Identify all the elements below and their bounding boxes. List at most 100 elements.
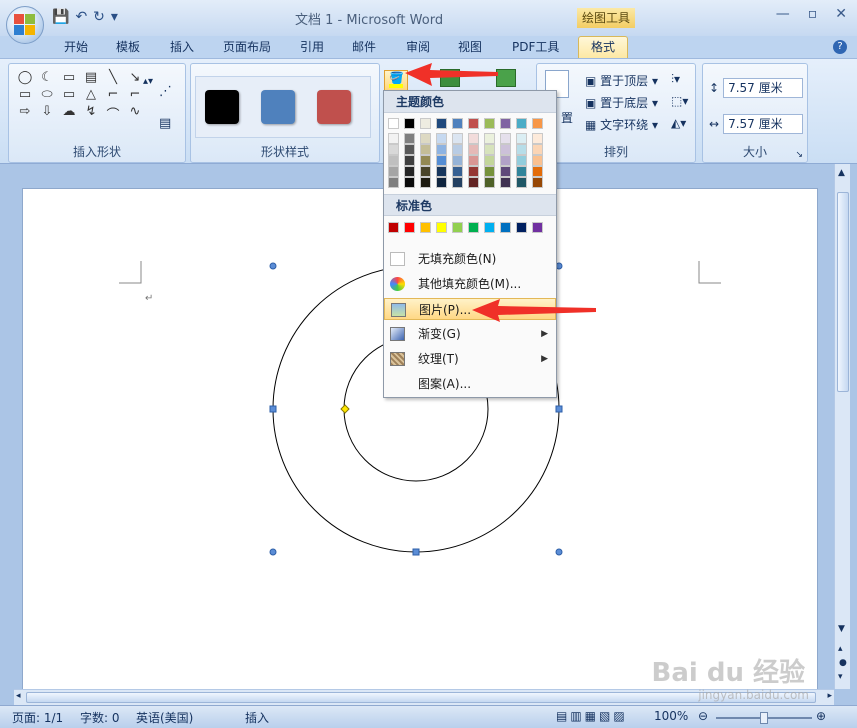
zoom-out-icon[interactable]: ⊖ bbox=[698, 709, 708, 723]
standard-color-swatch[interactable] bbox=[420, 222, 431, 233]
theme-shade-swatch[interactable] bbox=[436, 166, 447, 177]
theme-color-swatch[interactable] bbox=[532, 118, 543, 129]
shape-option[interactable]: ⌒ bbox=[103, 104, 123, 123]
shape-outline-icon[interactable] bbox=[440, 69, 460, 87]
shape-option[interactable]: ▭ bbox=[15, 87, 35, 102]
standard-color-swatch[interactable] bbox=[436, 222, 447, 233]
theme-shade-swatch[interactable] bbox=[484, 155, 495, 166]
standard-color-swatch[interactable] bbox=[516, 222, 527, 233]
theme-shade-swatch[interactable] bbox=[452, 133, 463, 144]
theme-shade-swatch[interactable] bbox=[484, 166, 495, 177]
width-input[interactable]: 7.57 厘米 bbox=[723, 114, 804, 134]
theme-shade-swatch[interactable] bbox=[532, 177, 543, 188]
theme-shade-swatch[interactable] bbox=[468, 166, 479, 177]
standard-color-swatch[interactable] bbox=[500, 222, 511, 233]
shape-option[interactable]: ╲ bbox=[103, 70, 123, 85]
shape-option[interactable]: ⌐ bbox=[103, 87, 123, 102]
theme-color-swatch[interactable] bbox=[500, 118, 511, 129]
shape-effects-icon[interactable] bbox=[496, 69, 516, 87]
vertical-scroll-thumb[interactable] bbox=[837, 192, 849, 392]
prev-page-icon[interactable]: ▴ bbox=[838, 644, 843, 654]
theme-shade-swatch[interactable] bbox=[452, 155, 463, 166]
theme-color-swatch[interactable] bbox=[404, 118, 415, 129]
theme-shade-swatch[interactable] bbox=[420, 166, 431, 177]
undo-icon[interactable]: ↶ bbox=[75, 9, 87, 25]
scroll-down-icon[interactable]: ▼ bbox=[838, 624, 845, 634]
theme-shade-swatch[interactable] bbox=[500, 177, 511, 188]
height-input[interactable]: 7.57 厘米 bbox=[723, 78, 804, 98]
status-mode[interactable]: 插入 bbox=[245, 709, 269, 726]
minimize-button[interactable]: — bbox=[776, 6, 790, 22]
help-icon[interactable]: ? bbox=[833, 40, 847, 54]
shapes-gallery[interactable]: ◯ ☾ ▭ ▤ ╲ ↘ ▭ ⬭ ▭ △ ⌐ ⌐ ⇨ ⇩ ☁ ↯ ⌒ ∿ bbox=[15, 70, 145, 123]
scroll-right-icon[interactable]: ▸ bbox=[827, 691, 832, 701]
shape-option[interactable]: ▭ bbox=[59, 70, 79, 85]
theme-shade-swatch[interactable] bbox=[436, 144, 447, 155]
send-to-back-button[interactable]: ▣ 置于底层 ▾ bbox=[585, 94, 658, 111]
office-button[interactable] bbox=[6, 6, 44, 44]
theme-shade-swatch[interactable] bbox=[532, 133, 543, 144]
theme-color-swatch[interactable] bbox=[436, 118, 447, 129]
theme-color-swatch[interactable] bbox=[420, 118, 431, 129]
standard-color-swatch[interactable] bbox=[452, 222, 463, 233]
theme-shade-swatch[interactable] bbox=[388, 133, 399, 144]
style-red[interactable] bbox=[317, 90, 351, 124]
bring-to-front-button[interactable]: ▣ 置于顶层 ▾ bbox=[585, 72, 658, 89]
theme-shade-swatch[interactable] bbox=[468, 177, 479, 188]
theme-color-swatch[interactable] bbox=[388, 118, 399, 129]
standard-color-swatch[interactable] bbox=[404, 222, 415, 233]
theme-shade-swatch[interactable] bbox=[484, 144, 495, 155]
theme-shade-swatch[interactable] bbox=[436, 177, 447, 188]
restore-button[interactable]: ▫ bbox=[808, 6, 818, 22]
tab-pdf-tools[interactable]: PDF工具 bbox=[512, 38, 559, 55]
theme-color-swatch[interactable] bbox=[516, 118, 527, 129]
theme-color-swatch[interactable] bbox=[484, 118, 495, 129]
shape-option[interactable]: ⌐ bbox=[125, 87, 145, 102]
vertical-scrollbar[interactable]: ▲ ▼ ▴ ● ▾ bbox=[834, 164, 850, 689]
scroll-up-icon[interactable]: ▲ bbox=[838, 168, 845, 178]
close-button[interactable]: ✕ bbox=[835, 6, 847, 22]
theme-shade-swatch[interactable] bbox=[436, 133, 447, 144]
theme-shade-swatch[interactable] bbox=[500, 144, 511, 155]
browse-object-icon[interactable]: ● bbox=[839, 658, 847, 668]
theme-shade-swatch[interactable] bbox=[516, 177, 527, 188]
theme-shade-swatch[interactable] bbox=[388, 155, 399, 166]
shape-option[interactable]: ⬭ bbox=[37, 87, 57, 102]
theme-shade-swatch[interactable] bbox=[532, 155, 543, 166]
style-blue[interactable] bbox=[261, 90, 295, 124]
theme-shade-swatch[interactable] bbox=[452, 177, 463, 188]
text-wrap-button[interactable]: ▦ 文字环绕 ▾ bbox=[585, 116, 658, 133]
zoom-in-icon[interactable]: ⊕ bbox=[816, 709, 826, 723]
view-buttons[interactable]: ▤▥▦▧▨ bbox=[556, 709, 628, 723]
theme-shade-swatch[interactable] bbox=[388, 144, 399, 155]
dialog-launcher-icon[interactable]: ↘ bbox=[795, 150, 803, 160]
status-words[interactable]: 字数: 0 bbox=[80, 709, 120, 726]
align-icon[interactable]: ⫶▾ bbox=[671, 72, 680, 87]
tab-home[interactable]: 开始 bbox=[64, 38, 88, 55]
shape-fill-button[interactable]: 🪣 bbox=[384, 70, 408, 92]
shape-option[interactable]: ☁ bbox=[59, 104, 79, 123]
group-icon[interactable]: ⬚▾ bbox=[671, 94, 688, 108]
theme-color-swatch[interactable] bbox=[468, 118, 479, 129]
standard-color-swatch[interactable] bbox=[468, 222, 479, 233]
customize-qat-icon[interactable]: ▾ bbox=[111, 9, 118, 25]
no-fill-item[interactable]: 无填充颜色(N) bbox=[384, 248, 556, 270]
shape-option[interactable]: ▤ bbox=[81, 70, 101, 85]
theme-color-swatch[interactable] bbox=[452, 118, 463, 129]
shape-option[interactable]: △ bbox=[81, 87, 101, 102]
theme-shade-swatch[interactable] bbox=[468, 144, 479, 155]
style-black[interactable] bbox=[205, 90, 239, 124]
theme-shade-swatch[interactable] bbox=[388, 166, 399, 177]
tab-review[interactable]: 审阅 bbox=[406, 38, 430, 55]
zoom-level[interactable]: 100% bbox=[654, 709, 688, 723]
tab-mailings[interactable]: 邮件 bbox=[352, 38, 376, 55]
theme-shade-swatch[interactable] bbox=[420, 155, 431, 166]
theme-shade-swatch[interactable] bbox=[500, 133, 511, 144]
redo-icon[interactable]: ↻ bbox=[93, 9, 105, 25]
rotate-icon[interactable]: ◭▾ bbox=[671, 116, 686, 130]
pattern-fill-item[interactable]: 图案(A)... bbox=[384, 373, 556, 395]
theme-shade-swatch[interactable] bbox=[484, 133, 495, 144]
shape-option[interactable]: ⇨ bbox=[15, 104, 35, 123]
zoom-slider-thumb[interactable] bbox=[760, 712, 768, 724]
picture-fill-item[interactable]: 图片(P)... bbox=[384, 298, 556, 320]
